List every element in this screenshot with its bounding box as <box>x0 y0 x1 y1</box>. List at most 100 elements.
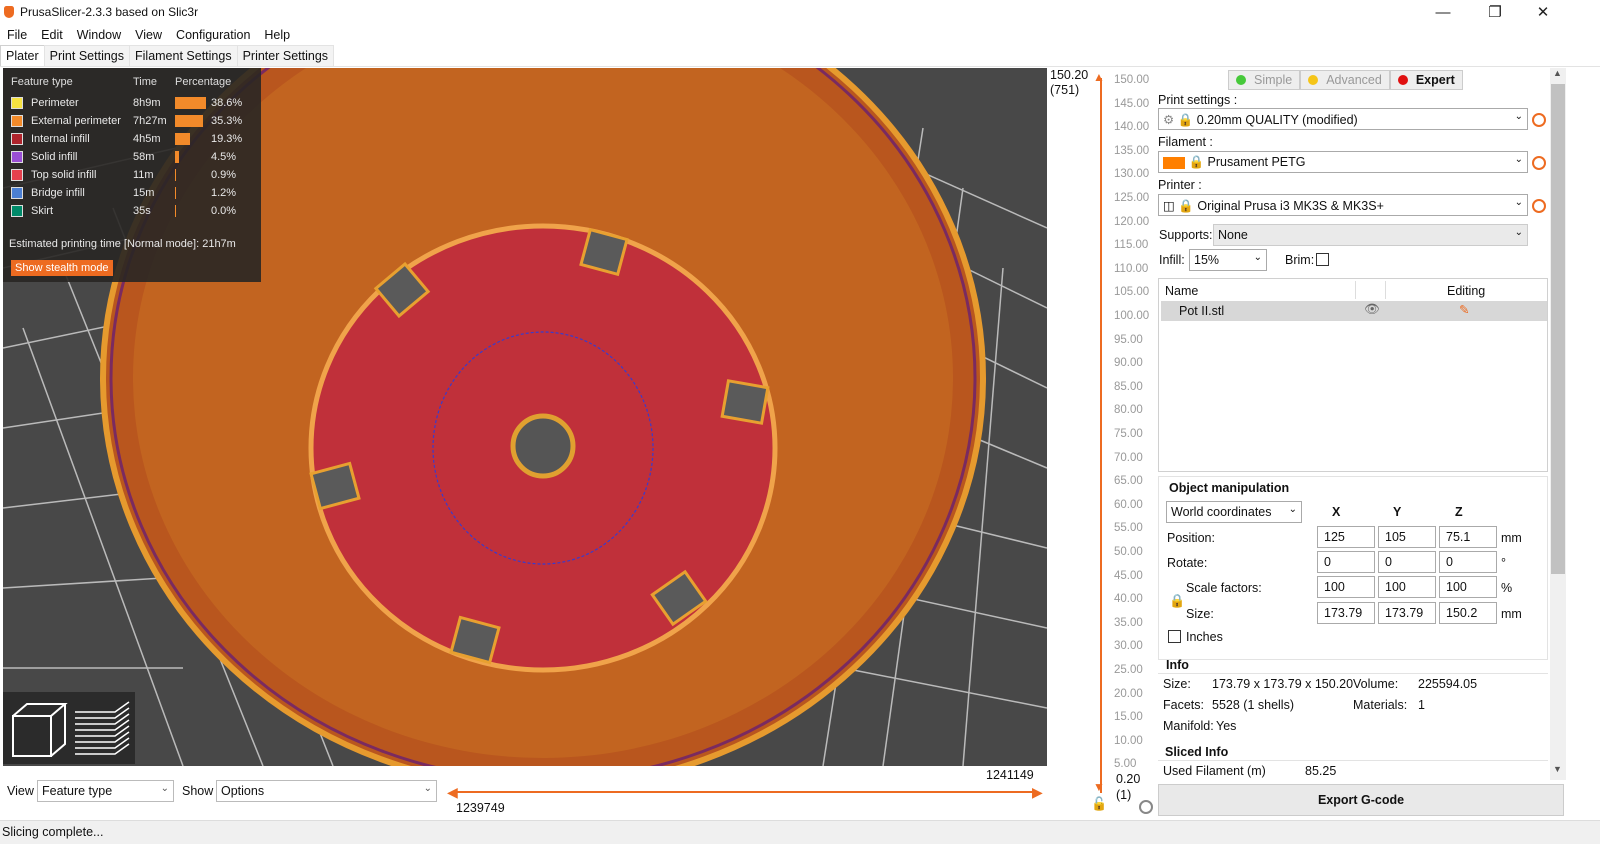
object-manipulation-panel: Object manipulation World coordinates ⌄ … <box>1158 476 1548 660</box>
infill-select[interactable]: 15% ⌄ <box>1189 249 1267 271</box>
menu-window[interactable]: Window <box>70 28 128 42</box>
scale-z-input[interactable]: 100 <box>1439 576 1497 598</box>
preview-bottom-bar: View Feature type ⌄ Show Options ⌄ <box>0 778 1050 808</box>
cog-icon[interactable] <box>1139 800 1153 814</box>
inches-checkbox[interactable] <box>1168 630 1181 643</box>
inches-label: Inches <box>1186 630 1223 644</box>
legend-row-top-solid-infill[interactable]: Top solid infill 11m 0.9% <box>3 167 261 183</box>
hslider-left-handle-icon[interactable]: ◀ <box>447 784 458 801</box>
color-swatch <box>11 133 23 145</box>
legend-name: Internal infill <box>31 133 90 145</box>
filament-cog-icon[interactable] <box>1532 156 1546 170</box>
filament-select[interactable]: 🔒 Prusament PETG ⌄ <box>1158 151 1528 173</box>
layer-tick-label: 30.00 <box>1114 640 1143 653</box>
legend-row-skirt[interactable]: Skirt 35s 0.0% <box>3 203 261 219</box>
legend-name: Top solid infill <box>31 169 97 181</box>
printer-cog-icon[interactable] <box>1532 199 1546 213</box>
legend-row-solid-infill[interactable]: Solid infill 58m 4.5% <box>3 149 261 165</box>
supports-select[interactable]: None ⌄ <box>1213 224 1528 246</box>
size-x-input[interactable]: 173.79 <box>1317 602 1375 624</box>
menu-edit[interactable]: Edit <box>34 28 70 42</box>
legend-header-type: Feature type <box>11 76 73 88</box>
menu-view[interactable]: View <box>128 28 169 42</box>
scrollbar-thumb[interactable] <box>1551 84 1565 574</box>
lower-handle-icon[interactable]: ▼ <box>1093 780 1105 794</box>
info-volume-label: Volume: <box>1353 677 1399 691</box>
print-settings-cog-icon[interactable] <box>1532 113 1546 127</box>
object-row[interactable]: Pot II.stl 👁 ✎ <box>1161 301 1547 321</box>
scale-x-input[interactable]: 100 <box>1317 576 1375 598</box>
scale-factors-label: Scale factors: <box>1186 581 1262 595</box>
tab-printer-settings[interactable]: Printer Settings <box>236 45 335 66</box>
3d-view-icon[interactable] <box>12 703 68 757</box>
layer-tick-label: 145.00 <box>1114 97 1150 110</box>
export-gcode-button[interactable]: Export G-code <box>1158 784 1564 816</box>
rotate-x-input[interactable]: 0 <box>1317 551 1375 573</box>
layer-slider-track[interactable] <box>1100 78 1102 793</box>
legend-row-external-perimeter[interactable]: External perimeter 7h27m 35.3% <box>3 113 261 129</box>
z-axis-header: Z <box>1455 505 1463 519</box>
size-y-input[interactable]: 173.79 <box>1378 602 1436 624</box>
layer-tick-label: 85.00 <box>1114 380 1143 393</box>
color-swatch <box>11 151 23 163</box>
print-settings-select[interactable]: ⚙ 🔒 0.20mm QUALITY (modified) ⌄ <box>1158 108 1528 130</box>
tab-bar: Plater Print Settings Filament Settings … <box>0 45 1600 67</box>
layer-slider[interactable]: 150.20 (751) ▲ 150.00 145.00 140.00 135.00 1… <box>1048 68 1158 818</box>
minimize-button[interactable]: — <box>1420 0 1466 24</box>
tab-print-settings[interactable]: Print Settings <box>43 45 130 66</box>
mode-advanced-button[interactable]: Advanced <box>1300 70 1390 90</box>
scale-lock-icon[interactable]: 🔒 <box>1169 593 1185 609</box>
position-z-input[interactable]: 75.1 <box>1439 526 1497 548</box>
lock-icon[interactable]: 🔓 <box>1091 796 1107 812</box>
title-bar: PrusaSlicer-2.3.3 based on Slic3r <box>0 0 1600 24</box>
coordinates-select[interactable]: World coordinates ⌄ <box>1166 501 1302 523</box>
simple-mode-dot-icon <box>1236 75 1246 85</box>
mode-simple-button[interactable]: Simple <box>1228 70 1301 90</box>
tab-filament-settings[interactable]: Filament Settings <box>129 45 238 66</box>
preview-layers-icon[interactable] <box>75 701 130 755</box>
tab-plater[interactable]: Plater <box>0 45 45 66</box>
rotate-z-input[interactable]: 0 <box>1439 551 1497 573</box>
view-type-select[interactable]: Feature type ⌄ <box>37 780 174 802</box>
legend-row-perimeter[interactable]: Perimeter 8h9m 38.6% <box>3 95 261 111</box>
scroll-down-icon[interactable]: ▼ <box>1553 764 1562 774</box>
show-options-select[interactable]: Options ⌄ <box>216 780 437 802</box>
show-stealth-mode-button[interactable]: Show stealth mode <box>11 260 113 276</box>
layer-tick-label: 55.00 <box>1114 522 1143 535</box>
status-bar: Slicing complete... <box>0 820 1600 844</box>
color-swatch <box>11 187 23 199</box>
menu-configuration[interactable]: Configuration <box>169 28 257 42</box>
layer-tick-label: 95.00 <box>1114 333 1143 346</box>
rotate-label: Rotate: <box>1167 556 1208 570</box>
percentage-bar <box>175 115 203 127</box>
filament-value: Prusament PETG <box>1207 155 1306 169</box>
scale-y-input[interactable]: 100 <box>1378 576 1436 598</box>
close-button[interactable]: ✕ <box>1520 0 1566 24</box>
percentage-bar <box>175 133 190 145</box>
position-y-input[interactable]: 105 <box>1378 526 1436 548</box>
legend-row-bridge-infill[interactable]: Bridge infill 15m 1.2% <box>3 185 261 201</box>
edit-icon[interactable]: ✎ <box>1459 302 1469 317</box>
size-z-input[interactable]: 150.2 <box>1439 602 1497 624</box>
legend-row-internal-infill[interactable]: Internal infill 4h5m 19.3% <box>3 131 261 147</box>
scroll-up-icon[interactable]: ▲ <box>1553 68 1562 78</box>
layer-tick-label: 90.00 <box>1114 357 1143 370</box>
rotate-y-input[interactable]: 0 <box>1378 551 1436 573</box>
menu-help[interactable]: Help <box>257 28 297 42</box>
horizontal-slider-track[interactable] <box>456 791 1036 793</box>
size-label: Size: <box>1186 607 1214 621</box>
printer-select[interactable]: ◫ 🔒 Original Prusa i3 MK3S & MK3S+ ⌄ <box>1158 194 1528 216</box>
menu-file[interactable]: File <box>0 28 34 42</box>
legend-time: 11m <box>133 169 154 181</box>
position-x-input[interactable]: 125 <box>1317 526 1375 548</box>
maximize-button[interactable]: ❐ <box>1472 0 1518 24</box>
x-axis-header: X <box>1332 505 1341 519</box>
visibility-eye-icon[interactable]: 👁 <box>1364 302 1380 317</box>
object-name: Pot II.stl <box>1179 304 1225 318</box>
brim-checkbox[interactable] <box>1316 253 1329 266</box>
show-options-value: Options <box>221 784 265 798</box>
upper-handle-icon[interactable]: ▲ <box>1093 70 1105 84</box>
mode-expert-button[interactable]: Expert <box>1389 70 1463 90</box>
hslider-right-handle-icon[interactable]: ▶ <box>1032 784 1043 801</box>
upper-layer-height: 150.20 <box>1050 68 1089 82</box>
